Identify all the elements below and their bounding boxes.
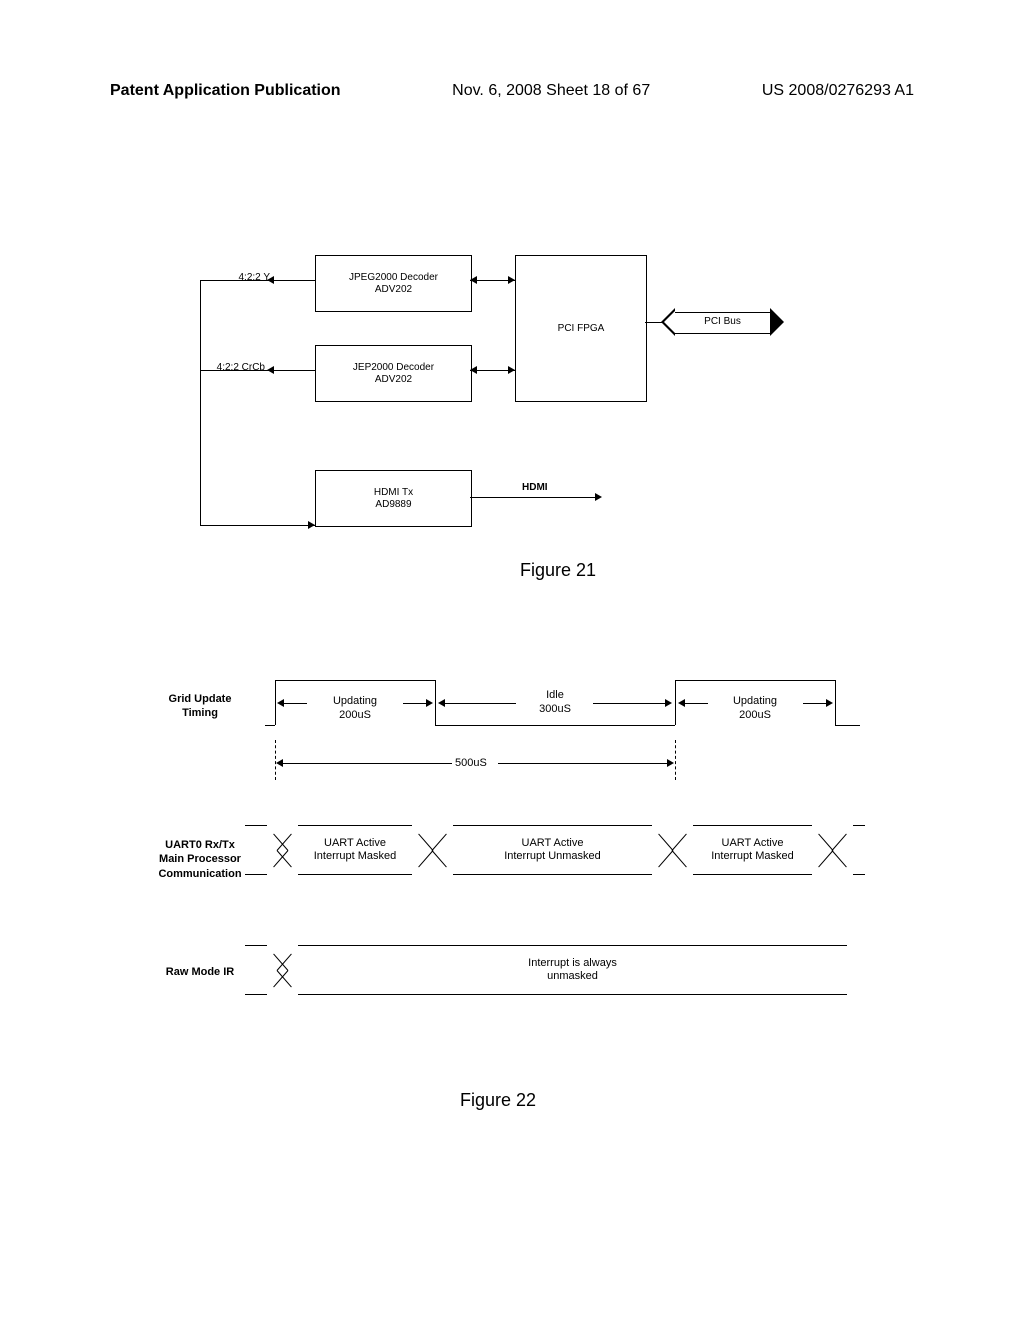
row-label-uart: UART0 Rx/Tx Main Processor Communication xyxy=(145,838,255,881)
signal-label-y: 4:2:2 Y xyxy=(210,272,270,283)
route-line xyxy=(200,525,315,526)
figure-21-caption: Figure 21 xyxy=(520,560,596,581)
uart-eye-lead xyxy=(245,825,285,875)
uart-eye-unmasked: UART Active Interrupt Unmasked xyxy=(435,825,670,875)
signal-label-crcb: 4:2:2 CrCb xyxy=(205,362,265,373)
header-left: Patent Application Publication xyxy=(110,82,341,100)
block-hdmi-tx: HDMI Tx AD9889 xyxy=(315,470,472,527)
waveform-line xyxy=(835,680,836,725)
pci-bus-arrow: PCI Bus xyxy=(675,312,770,334)
arrowhead-icon xyxy=(508,276,515,284)
dim-line xyxy=(593,703,665,704)
pci-bus-label: PCI Bus xyxy=(704,316,741,327)
dim-line xyxy=(403,703,427,704)
waveform-line xyxy=(265,725,275,726)
arrowhead-icon xyxy=(267,366,274,374)
phase-label-updating-2: Updating 200uS xyxy=(705,694,805,723)
uart-state-label: UART Active Interrupt Masked xyxy=(675,837,830,863)
block-pci-fpga: PCI FPGA xyxy=(515,255,647,402)
arrowhead-icon xyxy=(595,493,602,501)
row-label-raw-ir: Raw Mode IR xyxy=(145,965,255,979)
dim-line xyxy=(444,703,516,704)
route-line xyxy=(200,280,201,525)
route-line xyxy=(470,497,600,498)
dim-line xyxy=(684,703,708,704)
dim-line xyxy=(803,703,827,704)
waveform-line xyxy=(435,725,675,726)
block-label: PCI FPGA xyxy=(558,323,605,335)
waveform-line xyxy=(675,680,676,725)
figure-22-caption: Figure 22 xyxy=(460,1090,536,1111)
arrowhead-icon xyxy=(667,759,674,767)
uart-state-label: UART Active Interrupt Masked xyxy=(280,837,430,863)
block-label: ADV202 xyxy=(375,374,412,386)
arrowhead-icon xyxy=(426,699,433,707)
block-label: JPEG2000 Decoder xyxy=(349,272,438,284)
arrowhead-icon xyxy=(665,699,672,707)
header-center: Nov. 6, 2008 Sheet 18 of 67 xyxy=(452,82,650,100)
arrowhead-icon xyxy=(267,276,274,284)
period-label: 500uS xyxy=(455,756,487,770)
ir-eye-main: Interrupt is always unmasked xyxy=(280,945,865,995)
block-label: HDMI Tx xyxy=(374,487,413,499)
uart-state-label: UART Active Interrupt Unmasked xyxy=(435,837,670,863)
uart-eye-masked-2: UART Active Interrupt Masked xyxy=(675,825,830,875)
figure-21: 4:2:2 Y 4:2:2 CrCb JPEG2000 Decoder ADV2… xyxy=(200,250,840,540)
waveform-line xyxy=(275,680,276,725)
uart-eye-trail xyxy=(835,825,865,875)
page-header: Patent Application Publication Nov. 6, 2… xyxy=(110,82,914,100)
route-line xyxy=(645,322,663,323)
figure-22: Grid Update Timing Updating 200uS Idle 3… xyxy=(145,660,865,1100)
dim-line xyxy=(282,763,452,764)
route-line xyxy=(200,280,315,281)
block-jpeg-decoder-1: JPEG2000 Decoder ADV202 xyxy=(315,255,472,312)
arrowhead-icon xyxy=(508,366,515,374)
waveform-line xyxy=(435,680,436,725)
dim-dash xyxy=(675,740,676,780)
waveform-line xyxy=(835,725,860,726)
block-jpeg-decoder-2: JEP2000 Decoder ADV202 xyxy=(315,345,472,402)
ir-eye-lead xyxy=(245,945,285,995)
header-right: US 2008/0276293 A1 xyxy=(762,82,914,100)
dim-line xyxy=(283,703,307,704)
uart-eye-masked-1: UART Active Interrupt Masked xyxy=(280,825,430,875)
block-label: AD9889 xyxy=(375,499,411,511)
block-label: ADV202 xyxy=(375,284,412,296)
arrowhead-icon xyxy=(276,759,283,767)
arrowhead-icon xyxy=(826,699,833,707)
arrowhead-icon xyxy=(308,521,315,529)
waveform-line xyxy=(675,680,835,681)
dim-line xyxy=(498,763,667,764)
row-label-grid-update: Grid Update Timing xyxy=(145,692,255,721)
arrowhead-icon xyxy=(470,366,477,374)
phase-label-updating: Updating 200uS xyxy=(305,694,405,723)
arrowhead-icon xyxy=(470,276,477,284)
waveform-line xyxy=(275,680,435,681)
ir-state-label: Interrupt is always unmasked xyxy=(280,957,865,983)
route-line xyxy=(200,370,315,371)
block-label: JEP2000 Decoder xyxy=(353,362,434,374)
phase-label-idle: Idle 300uS xyxy=(515,688,595,717)
hdmi-output-label: HDMI xyxy=(522,482,548,493)
